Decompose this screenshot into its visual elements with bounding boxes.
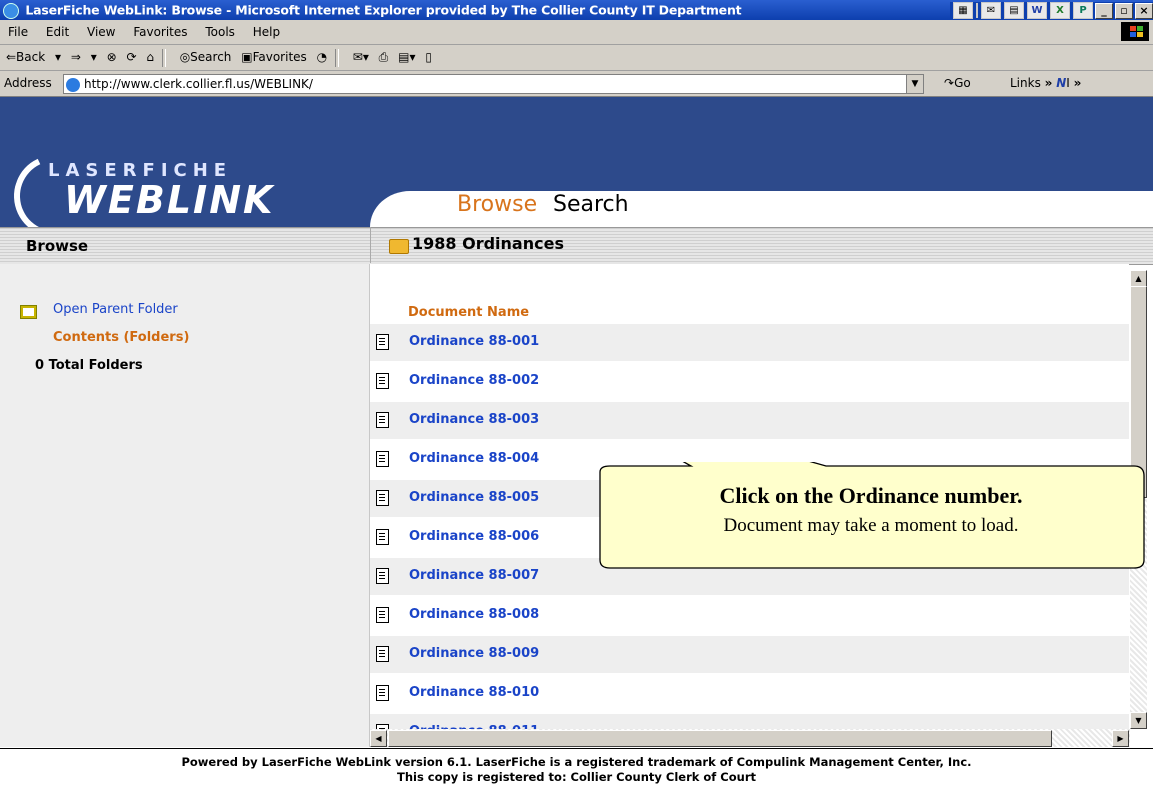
- folder-icon: [389, 239, 409, 254]
- document-link[interactable]: Ordinance 88-010: [409, 685, 539, 700]
- menu-file[interactable]: File: [8, 25, 28, 39]
- table-row: Ordinance 88-003: [370, 402, 1129, 439]
- go-button[interactable]: ↷Go: [944, 71, 971, 96]
- document-link[interactable]: Ordinance 88-007: [409, 568, 539, 583]
- document-icon[interactable]: [376, 607, 389, 623]
- table-row: Ordinance 88-009: [370, 636, 1129, 673]
- scroll-right-button[interactable]: ▶: [1112, 730, 1129, 747]
- nav-search[interactable]: Search: [553, 192, 629, 217]
- menu-edit[interactable]: Edit: [46, 25, 69, 39]
- window-title-bar[interactable]: LaserFiche WebLink: Browse - Microsoft I…: [0, 0, 1153, 20]
- excel-icon[interactable]: X: [1050, 2, 1070, 19]
- document-icon[interactable]: [376, 373, 389, 389]
- word-icon[interactable]: W: [1027, 2, 1047, 19]
- stop-icon[interactable]: ⊗: [107, 45, 117, 70]
- nav-browse[interactable]: Browse: [457, 192, 537, 217]
- discuss-icon[interactable]: ▯: [425, 45, 432, 70]
- search-icon: ◎: [179, 50, 191, 64]
- table-row: Ordinance 88-002: [370, 363, 1129, 400]
- document-icon[interactable]: [376, 646, 389, 662]
- table-row: Ordinance 88-001: [370, 324, 1129, 361]
- document-icon[interactable]: [376, 451, 389, 467]
- mail-icon[interactable]: ✉▾: [353, 45, 369, 70]
- document-link[interactable]: Ordinance 88-004: [409, 451, 539, 466]
- toolbar: ⇐Back ▾ ⇒ ▾ ⊗ ⟳ ⌂ ◎Search ▣Favorites ◔ ✉…: [0, 45, 1153, 71]
- menu-tools[interactable]: Tools: [205, 25, 235, 39]
- taskbar-icons: ▦ ✉ ▤ W X P _ ▫ ×: [950, 2, 1153, 19]
- forward-button[interactable]: ⇒: [71, 45, 81, 70]
- footer-line-1: Powered by LaserFiche WebLink version 6.…: [181, 755, 972, 769]
- go-icon: ↷: [944, 76, 955, 90]
- address-url: http://www.clerk.collier.fl.us/WEBLINK/: [84, 77, 313, 91]
- mail-icon[interactable]: ✉: [981, 2, 1001, 19]
- document-icon[interactable]: [376, 685, 389, 701]
- address-bar: Address http://www.clerk.collier.fl.us/W…: [0, 71, 1153, 97]
- horizontal-scroll-thumb[interactable]: [388, 730, 1052, 747]
- scroll-down-button[interactable]: ▼: [1130, 712, 1147, 729]
- document-link[interactable]: Ordinance 88-008: [409, 607, 539, 622]
- print-icon[interactable]: ⎙: [379, 45, 389, 70]
- table-row: Ordinance 88-011: [370, 714, 1129, 729]
- logo-weblink: WEBLINK: [64, 178, 275, 222]
- card-icon[interactable]: ▤: [1004, 2, 1024, 19]
- publisher-icon[interactable]: P: [1073, 2, 1093, 19]
- page-footer: Powered by LaserFiche WebLink version 6.…: [0, 748, 1153, 791]
- back-dropdown-icon[interactable]: ▾: [55, 45, 61, 70]
- document-icon[interactable]: [376, 490, 389, 506]
- document-link[interactable]: Ordinance 88-001: [409, 334, 539, 349]
- parent-folder-icon[interactable]: [20, 305, 37, 319]
- address-label: Address: [4, 76, 52, 90]
- menu-help[interactable]: Help: [253, 25, 280, 39]
- back-button[interactable]: ⇐Back: [6, 45, 45, 70]
- document-link[interactable]: Ordinance 88-006: [409, 529, 539, 544]
- total-folders-count: 0 Total Folders: [35, 358, 143, 373]
- table-row: Ordinance 88-010: [370, 675, 1129, 712]
- window-title: LaserFiche WebLink: Browse - Microsoft I…: [25, 2, 742, 18]
- document-icon[interactable]: [376, 529, 389, 545]
- maximize-button[interactable]: ▫: [1115, 2, 1133, 19]
- links-button[interactable]: Links » NI »: [1010, 71, 1081, 96]
- table-row: Ordinance 88-008: [370, 597, 1129, 634]
- column-header-document-name[interactable]: Document Name: [408, 305, 529, 320]
- footer-line-2: This copy is registered to: Collier Coun…: [396, 770, 756, 784]
- menu-favorites[interactable]: Favorites: [133, 25, 187, 39]
- edit-icon[interactable]: ▤▾: [398, 45, 415, 70]
- menu-view[interactable]: View: [87, 25, 115, 39]
- history-icon[interactable]: ◔: [317, 45, 327, 70]
- document-link[interactable]: Ordinance 88-002: [409, 373, 539, 388]
- contents-folders-label: Contents (Folders): [53, 330, 190, 345]
- browse-heading: Browse: [26, 237, 89, 255]
- document-link[interactable]: Ordinance 88-005: [409, 490, 539, 505]
- document-icon[interactable]: [376, 412, 389, 428]
- windows-logo-icon: [1121, 22, 1149, 41]
- favorites-icon: ▣: [241, 50, 253, 64]
- app-icon[interactable]: ▦: [953, 2, 973, 19]
- folder-title: 1988 Ordinances: [412, 234, 564, 253]
- forward-dropdown-icon[interactable]: ▾: [91, 45, 97, 70]
- document-icon[interactable]: [376, 568, 389, 584]
- home-icon[interactable]: ⌂: [146, 45, 154, 70]
- document-link[interactable]: Ordinance 88-003: [409, 412, 539, 427]
- scroll-up-button[interactable]: ▲: [1130, 270, 1147, 287]
- callout-title: Click on the Ordinance number.: [719, 483, 1023, 508]
- open-parent-folder-link[interactable]: Open Parent Folder: [53, 302, 178, 317]
- close-button[interactable]: ×: [1135, 2, 1153, 19]
- refresh-icon[interactable]: ⟳: [127, 45, 137, 70]
- menu-bar: File Edit View Favorites Tools Help: [0, 20, 1153, 45]
- address-input[interactable]: http://www.clerk.collier.fl.us/WEBLINK/: [63, 74, 909, 94]
- scroll-left-button[interactable]: ◀: [370, 730, 387, 747]
- document-link[interactable]: Ordinance 88-009: [409, 646, 539, 661]
- favorites-button[interactable]: ▣Favorites: [241, 45, 307, 70]
- address-dropdown-icon[interactable]: ▼: [906, 74, 924, 94]
- document-icon[interactable]: [376, 334, 389, 350]
- search-button[interactable]: ◎Search: [180, 45, 232, 70]
- minimize-button[interactable]: _: [1095, 2, 1113, 19]
- page-icon: [66, 77, 80, 92]
- callout-text: Document may take a moment to load.: [723, 515, 1019, 536]
- ie-icon: [3, 2, 19, 19]
